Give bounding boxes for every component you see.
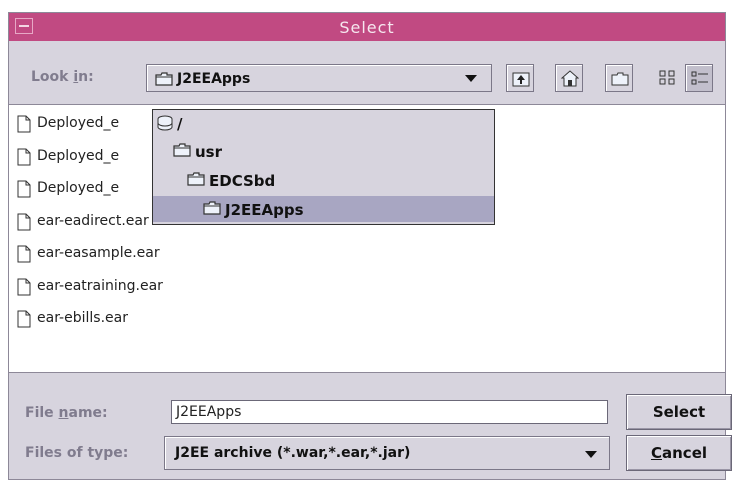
divider <box>9 372 725 373</box>
folder-icon <box>155 72 173 86</box>
dropdown-item-label: usr <box>195 143 223 161</box>
file-type-combobox[interactable]: J2EE archive (*.war,*.ear,*.jar) <box>164 436 610 470</box>
file-name: ear-eatraining.ear <box>37 278 163 294</box>
dropdown-item-label: J2EEApps <box>225 201 304 219</box>
details-view-icon <box>691 71 708 85</box>
select-dialog: Select Look in: J2EEApps Deployed_e Depl… <box>8 12 732 480</box>
list-view-icon <box>659 70 675 85</box>
document-icon <box>17 278 31 296</box>
file-type-value: J2EE archive (*.war,*.ear,*.jar) <box>175 445 411 461</box>
folder-icon <box>203 201 221 215</box>
dropdown-item-label: EDCSbd <box>209 172 276 190</box>
dropdown-item-j2eeapps[interactable]: J2EEApps <box>153 196 494 222</box>
details-view-button[interactable] <box>685 64 713 92</box>
home-button[interactable] <box>555 64 583 92</box>
file-name-input[interactable]: J2EEApps <box>171 400 608 424</box>
file-name: Deployed_e <box>37 115 120 131</box>
file-name: ear-easample.ear <box>37 245 160 261</box>
file-name: Deployed_e <box>37 148 120 164</box>
new-folder-icon <box>611 72 629 86</box>
window-title: Select <box>339 18 395 37</box>
dropdown-item-edcsbd[interactable]: EDCSbd <box>153 167 494 193</box>
cancel-button[interactable]: Cancel <box>626 435 732 471</box>
up-folder-icon <box>512 72 530 87</box>
look-in-value: J2EEApps <box>177 71 251 87</box>
drive-icon <box>157 115 173 131</box>
file-type-label: Files of type: <box>25 445 129 461</box>
dropdown-item-label: / <box>177 115 183 133</box>
up-folder-button[interactable] <box>506 64 534 92</box>
document-icon <box>17 148 31 166</box>
document-icon <box>17 115 31 133</box>
home-icon <box>561 70 579 87</box>
document-icon <box>17 245 31 263</box>
folder-icon <box>173 143 191 157</box>
file-name: ear-ebills.ear <box>37 310 128 326</box>
look-in-dropdown[interactable]: / usr EDCSbd J2EEApps <box>152 109 495 225</box>
dropdown-item-root[interactable]: / <box>153 110 494 136</box>
document-icon <box>17 310 31 328</box>
title-bar[interactable]: Select <box>9 13 725 41</box>
file-name: ear-eadirect.ear <box>37 213 149 229</box>
chevron-down-icon[interactable] <box>465 75 477 82</box>
file-name-label: File name: <box>25 405 108 421</box>
select-button[interactable]: Select <box>626 394 732 430</box>
file-name: Deployed_e <box>37 180 120 196</box>
document-icon <box>17 180 31 198</box>
chevron-down-icon[interactable] <box>585 451 597 458</box>
list-view-button[interactable] <box>654 64 682 92</box>
folder-icon <box>187 172 205 186</box>
look-in-combobox[interactable]: J2EEApps <box>146 64 492 92</box>
new-folder-button[interactable] <box>605 64 633 92</box>
dropdown-item-usr[interactable]: usr <box>153 138 494 164</box>
look-in-label: Look in: <box>31 69 94 85</box>
document-icon <box>17 213 31 231</box>
